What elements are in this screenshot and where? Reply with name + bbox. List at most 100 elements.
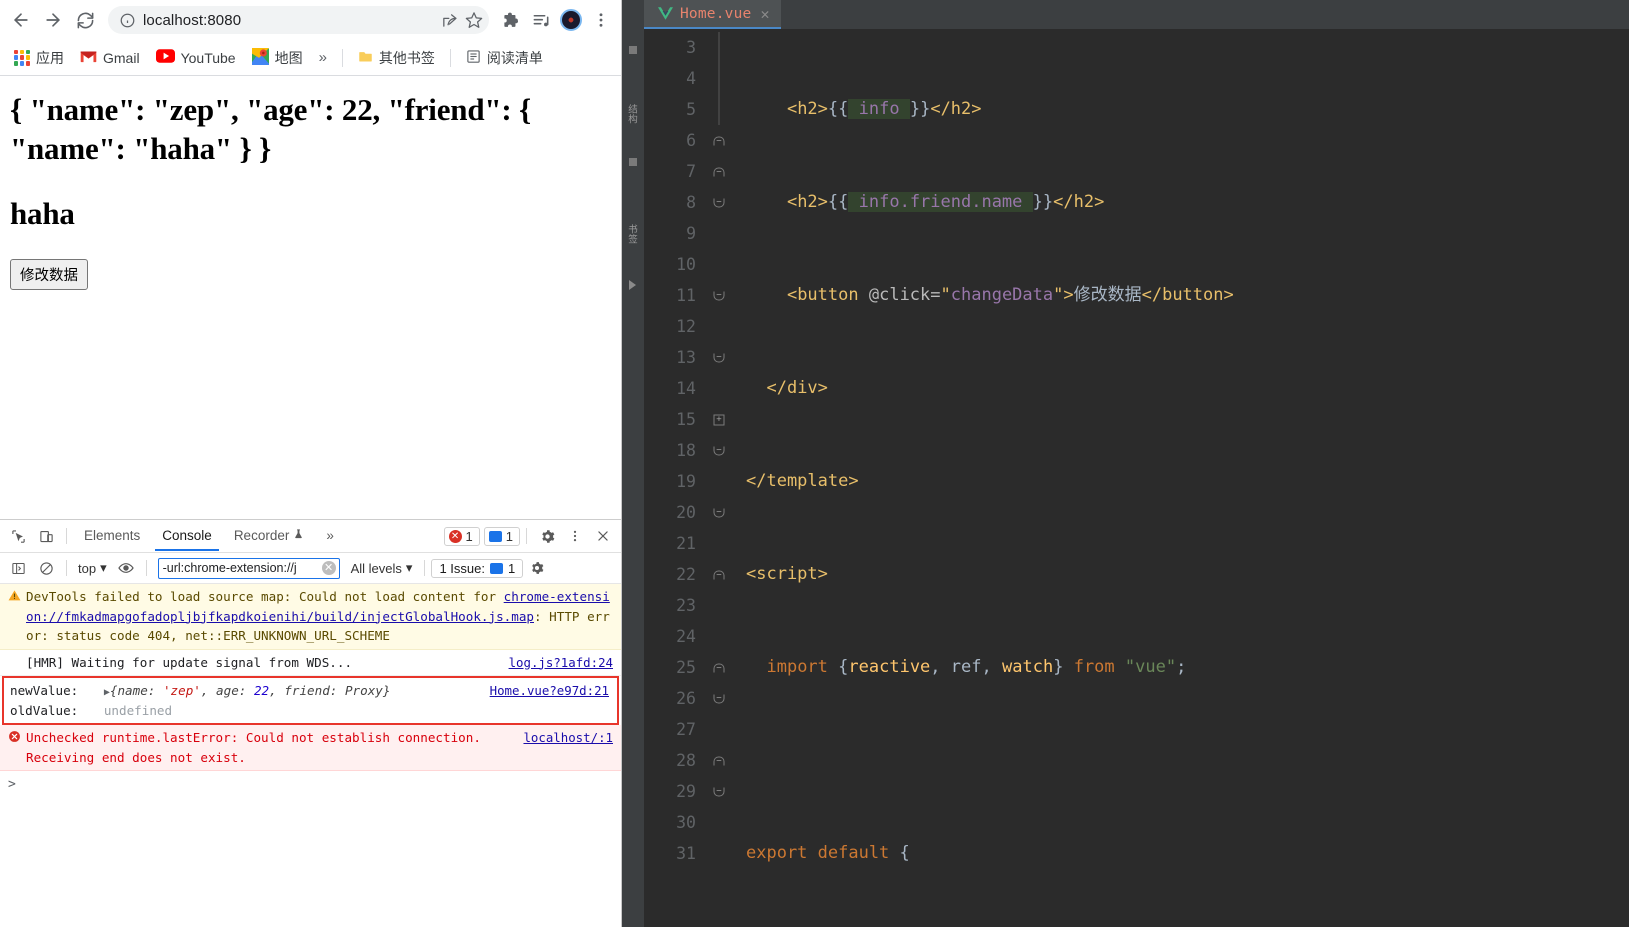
fold-marker-comment[interactable]: + xyxy=(706,404,732,435)
puzzle-piece-icon[interactable] xyxy=(497,6,525,34)
bookmark-maps[interactable]: 地图 xyxy=(246,44,309,72)
log-level-selector[interactable]: All levels ▾ xyxy=(345,558,419,578)
newvalue-prefix: {name: xyxy=(109,683,163,699)
oldvalue-row: oldValue: undefined xyxy=(10,701,611,721)
divider xyxy=(526,528,527,544)
fold-up-icon: − xyxy=(713,756,725,766)
bookmark-youtube[interactable]: YouTube xyxy=(150,45,242,70)
change-data-button[interactable]: 修改数据 xyxy=(10,259,88,291)
context-selector[interactable]: top ▾ xyxy=(73,558,112,578)
console-filter-input[interactable]: -url:chrome-extension://j ✕ xyxy=(157,557,340,579)
divider xyxy=(341,48,343,67)
fold-down-icon: − xyxy=(713,198,725,207)
bookmark-other-folder[interactable]: 其他书签 xyxy=(352,44,441,72)
fold-expand-icon: + xyxy=(713,414,725,425)
stripe-arrow-icon xyxy=(629,280,636,290)
gear-icon[interactable] xyxy=(533,523,561,549)
editor-tab-label: Home.vue xyxy=(680,5,752,22)
stripe-label-structure[interactable]: 结构 xyxy=(624,104,638,124)
reload-icon[interactable] xyxy=(70,5,100,35)
bookmark-label: 其他书签 xyxy=(378,49,435,66)
bookmark-star-icon[interactable] xyxy=(465,11,483,29)
source-link[interactable]: localhost/:1 xyxy=(523,728,613,747)
bookmark-gmail[interactable]: Gmail xyxy=(74,46,146,70)
editor-tab-home-vue[interactable]: Home.vue ✕ xyxy=(644,0,782,29)
console-messages[interactable]: DevTools failed to load source map: Coul… xyxy=(0,584,621,927)
issues-button[interactable]: 1 Issue: 1 xyxy=(431,558,524,578)
code-editor[interactable]: 3 4 5 6 7 8 9 10 11 12 13 14 15 18 19 20… xyxy=(622,29,1629,927)
more-tabs-icon[interactable]: » xyxy=(315,522,345,550)
line-number: 18 xyxy=(676,441,696,460)
fold-marker-cb[interactable]: − xyxy=(706,497,732,528)
console-prompt[interactable]: > xyxy=(0,771,621,799)
forward-icon[interactable] xyxy=(38,5,68,35)
live-expression-eye-icon[interactable] xyxy=(112,555,140,581)
gear-icon[interactable] xyxy=(523,555,551,581)
stripe-label-bookmarks[interactable]: 书签 xyxy=(624,224,638,244)
chrome-browser-window: localhost:8080 应用 Gmail YouTube 地图 » 其他书… xyxy=(0,0,622,927)
line-number: 3 xyxy=(686,38,696,57)
info-square-icon xyxy=(488,530,502,542)
fold-marker-changedata-end[interactable]: − xyxy=(706,745,732,776)
console-sidebar-icon[interactable] xyxy=(4,555,32,581)
media-list-icon[interactable] xyxy=(527,6,555,34)
three-dot-menu-icon[interactable] xyxy=(561,523,589,549)
fold-down-icon: − xyxy=(713,446,725,455)
divider xyxy=(66,528,67,544)
close-icon[interactable]: ✕ xyxy=(760,5,769,23)
clear-input-icon[interactable]: ✕ xyxy=(321,561,336,575)
warning-text-a: DevTools failed to load source map: Coul… xyxy=(26,589,504,604)
fold-marker-template-end[interactable]: − xyxy=(706,156,732,187)
line-number: 13 xyxy=(676,348,696,367)
source-link[interactable]: log.js?1afd:24 xyxy=(509,653,613,672)
reading-list-button[interactable]: 阅读清单 xyxy=(460,44,549,72)
bookmarks-overflow-icon[interactable]: » xyxy=(313,47,333,68)
warning-triangle-icon xyxy=(8,587,26,646)
source-link[interactable]: Home.vue?e97d:21 xyxy=(490,681,609,700)
fold-marker-watch-end[interactable]: − xyxy=(706,652,732,683)
tab-console[interactable]: Console xyxy=(151,522,223,551)
inspect-cursor-icon[interactable] xyxy=(4,523,32,549)
share-icon[interactable] xyxy=(440,11,458,29)
error-count-badge[interactable]: ✕ 1 xyxy=(443,526,480,546)
code-text[interactable]: <h2>{{ info }}</h2> <h2>{{ info.friend.n… xyxy=(732,29,1629,927)
fold-marker-changedata[interactable]: − xyxy=(706,683,732,714)
fold-marker-watch[interactable]: − xyxy=(706,435,732,466)
code-folding-gutter[interactable]: − − − − − + − − − − − − − xyxy=(706,29,732,927)
console-message-warning[interactable]: DevTools failed to load source map: Coul… xyxy=(0,584,621,650)
page-viewport: { "name": "zep", "age": 22, "friend": { … xyxy=(0,76,621,519)
line-number: 4 xyxy=(686,69,696,88)
address-bar[interactable]: localhost:8080 xyxy=(108,6,489,34)
clear-console-icon[interactable] xyxy=(32,555,60,581)
address-bar-url[interactable]: localhost:8080 xyxy=(143,12,433,29)
fold-marker-div-end[interactable]: − xyxy=(706,125,732,156)
tab-elements[interactable]: Elements xyxy=(73,522,151,550)
bookmark-apps[interactable]: 应用 xyxy=(8,44,70,72)
page-info-icon[interactable] xyxy=(118,11,136,29)
fold-marker-script[interactable]: − xyxy=(706,187,732,218)
google-maps-icon xyxy=(251,47,269,68)
console-message-error[interactable]: Unchecked runtime.lastError: Could not e… xyxy=(0,725,621,772)
bookmark-label: YouTube xyxy=(180,49,236,66)
console-message-hmr[interactable]: [HMR] Waiting for update signal from WDS… xyxy=(0,650,621,677)
stripe-marker xyxy=(629,158,637,166)
line-number: 5 xyxy=(686,100,696,119)
close-icon[interactable] xyxy=(589,523,617,549)
fold-marker-setup[interactable]: − xyxy=(706,342,732,373)
line-number: 22 xyxy=(676,565,696,584)
tab-recorder[interactable]: Recorder xyxy=(223,522,316,550)
profile-avatar-icon[interactable] xyxy=(557,6,585,34)
device-toolbar-icon[interactable] xyxy=(32,523,60,549)
line-number: 9 xyxy=(686,224,696,243)
three-dot-menu-icon[interactable] xyxy=(587,6,615,34)
console-message-watch-output[interactable]: newValue: ▶{name: 'zep', age: 22, friend… xyxy=(2,676,619,726)
fold-marker-return[interactable]: − xyxy=(706,776,732,807)
fold-marker-options[interactable]: − xyxy=(706,559,732,590)
fold-marker-export[interactable]: − xyxy=(706,280,732,311)
info-count-badge[interactable]: 1 xyxy=(483,526,520,546)
back-icon[interactable] xyxy=(6,5,36,35)
